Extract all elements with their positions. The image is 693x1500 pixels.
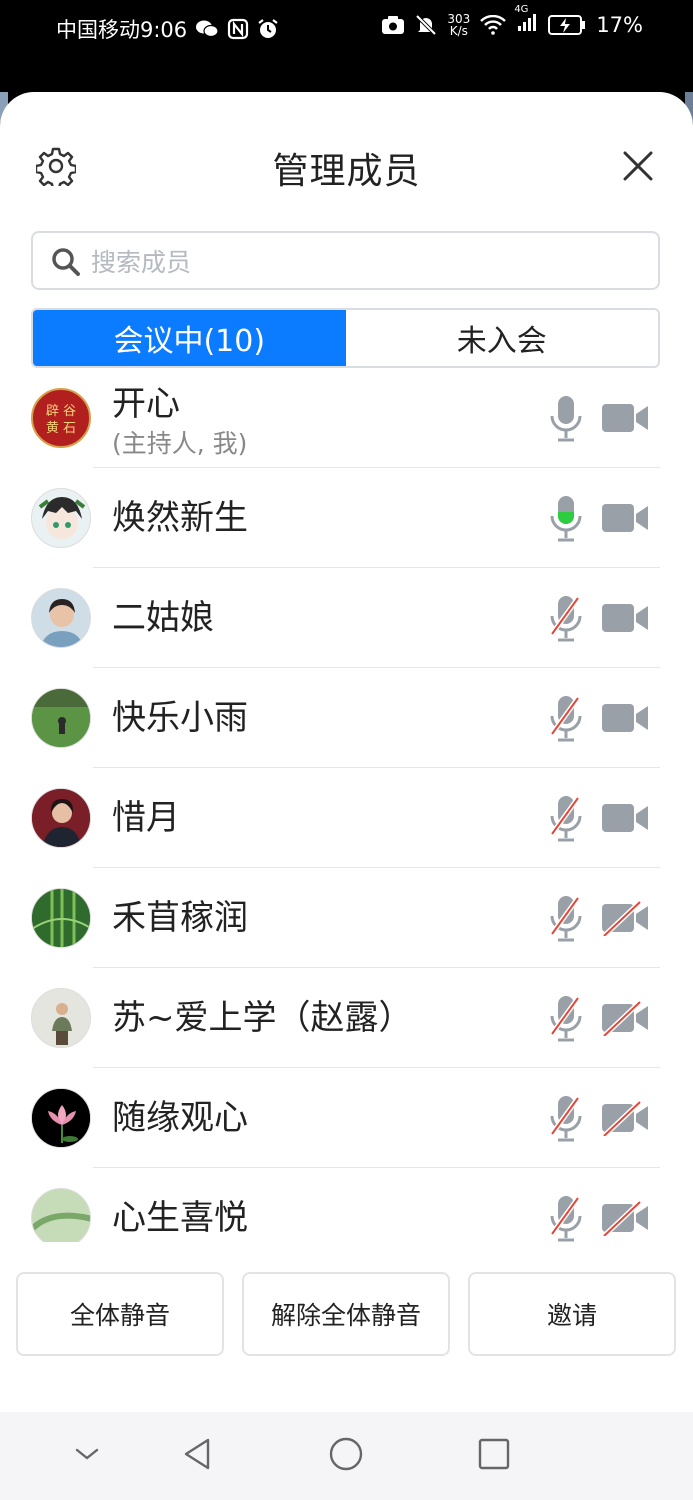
page-title: 管理成员	[272, 151, 421, 192]
home-icon[interactable]	[326, 1434, 366, 1474]
net-speed-value: 303	[447, 11, 471, 26]
member-row[interactable]: 辟 谷 黄 石 开心 (主持人, 我)	[0, 368, 693, 468]
carrier-time: 中国移动9:06	[56, 18, 188, 42]
video-camera-icon[interactable]	[600, 700, 650, 736]
unmute-all-button[interactable]: 解除全体静音	[242, 1272, 450, 1356]
photo-avatar	[32, 1189, 90, 1242]
member-name: 心生喜悦	[112, 1198, 248, 1238]
video-camera-icon[interactable]	[600, 400, 650, 436]
camera-status-icon	[382, 15, 405, 34]
wifi-icon	[480, 14, 507, 35]
microphone-muted-icon[interactable]	[548, 1092, 584, 1144]
microphone-muted-icon[interactable]	[548, 592, 584, 644]
search-box[interactable]	[31, 231, 660, 290]
lotus-avatar	[32, 1089, 90, 1147]
system-nav-bar	[0, 1412, 693, 1500]
photo-avatar	[32, 989, 90, 1047]
invite-button[interactable]: 邀请	[468, 1272, 676, 1356]
video-camera-icon[interactable]	[600, 800, 650, 836]
member-row[interactable]: 快乐小雨	[0, 668, 693, 768]
avatar	[31, 488, 91, 548]
microphone-muted-icon[interactable]	[548, 792, 584, 844]
action-bar: 全体静音 解除全体静音 邀请	[0, 1272, 693, 1362]
recents-icon[interactable]	[474, 1434, 514, 1474]
avatar-text-logo: 辟 谷 黄 石	[46, 404, 76, 436]
manage-members-sheet: 管理成员 会议中(10) 未入会 辟 谷 黄 石 开心 (主持人, 我)	[0, 92, 693, 1500]
video-camera-off-icon[interactable]	[600, 1000, 650, 1036]
member-row[interactable]: 苏~爱上学（赵露）	[0, 968, 693, 1068]
status-left: 中国移动9:06	[56, 14, 279, 44]
member-name: 二姑娘	[112, 598, 214, 638]
member-name: 禾苜稼润	[112, 898, 248, 938]
avatar	[31, 1188, 91, 1242]
member-row[interactable]: 随缘观心	[0, 1068, 693, 1168]
member-name: 焕然新生	[112, 498, 248, 538]
member-name: 快乐小雨	[112, 698, 248, 738]
photo-avatar	[32, 789, 90, 847]
tab-in-meeting[interactable]: 会议中(10)	[33, 310, 346, 366]
member-row[interactable]: 二姑娘	[0, 568, 693, 668]
member-row[interactable]: 焕然新生	[0, 468, 693, 568]
anime-avatar	[38, 497, 86, 539]
avatar	[31, 1088, 91, 1148]
wechat-icon	[196, 20, 219, 38]
net-speed: 303 K/s	[447, 13, 470, 37]
search-icon	[52, 248, 80, 276]
microphone-muted-icon[interactable]	[548, 992, 584, 1044]
microphone-muted-icon[interactable]	[548, 892, 584, 944]
alarm-icon	[258, 19, 278, 38]
member-row[interactable]: 禾苜稼润	[0, 868, 693, 968]
battery-icon	[548, 14, 586, 35]
signal-tag: 4G	[514, 4, 529, 15]
cell-signal: 4G	[514, 4, 538, 37]
net-speed-unit: K/s	[449, 23, 468, 38]
microphone-speaking-icon[interactable]	[548, 492, 584, 544]
microphone-muted-icon[interactable]	[548, 692, 584, 744]
member-name: 开心	[112, 384, 180, 424]
member-name: 惜月	[112, 798, 180, 838]
close-icon[interactable]	[620, 148, 656, 184]
avatar	[31, 988, 91, 1048]
signal-icon	[518, 14, 537, 31]
avatar	[31, 588, 91, 648]
member-role: (主持人, 我)	[112, 429, 248, 458]
member-row[interactable]: 惜月	[0, 768, 693, 868]
tab-not-joined[interactable]: 未入会	[346, 310, 659, 366]
member-name: 苏~爱上学（赵露）	[112, 998, 413, 1038]
video-camera-icon[interactable]	[600, 600, 650, 636]
video-camera-icon[interactable]	[600, 500, 650, 536]
photo-avatar	[32, 689, 90, 747]
video-camera-off-icon[interactable]	[600, 900, 650, 936]
photo-avatar	[32, 889, 90, 947]
microphone-icon[interactable]	[548, 392, 584, 444]
status-bar: 中国移动9:06 303 K/s 4G 17%	[0, 0, 693, 60]
nfc-icon	[228, 18, 249, 40]
photo-avatar	[32, 589, 90, 647]
search-input[interactable]	[89, 241, 633, 283]
video-camera-off-icon[interactable]	[600, 1100, 650, 1136]
member-tabs: 会议中(10) 未入会	[31, 308, 660, 368]
avatar	[31, 788, 91, 848]
avatar	[31, 688, 91, 748]
svg-text:黄 石: 黄 石	[46, 421, 76, 436]
chevron-down-icon[interactable]	[67, 1434, 107, 1474]
avatar: 辟 谷 黄 石	[31, 388, 91, 448]
svg-text:辟 谷: 辟 谷	[46, 404, 76, 419]
status-right: 303 K/s 4G 17%	[381, 4, 643, 37]
member-row[interactable]: 心生喜悦	[0, 1168, 693, 1242]
mute-bell-icon	[415, 14, 437, 35]
member-list: 辟 谷 黄 石 开心 (主持人, 我) 焕然新生 二姑娘 快乐小雨 惜月 禾苜稼…	[0, 368, 693, 1242]
avatar	[31, 888, 91, 948]
video-camera-off-icon[interactable]	[600, 1200, 650, 1236]
microphone-muted-icon[interactable]	[548, 1192, 584, 1242]
mute-all-button[interactable]: 全体静音	[16, 1272, 224, 1356]
battery-percent: 17%	[596, 12, 643, 37]
back-icon[interactable]	[178, 1434, 218, 1474]
member-name: 随缘观心	[112, 1098, 248, 1138]
